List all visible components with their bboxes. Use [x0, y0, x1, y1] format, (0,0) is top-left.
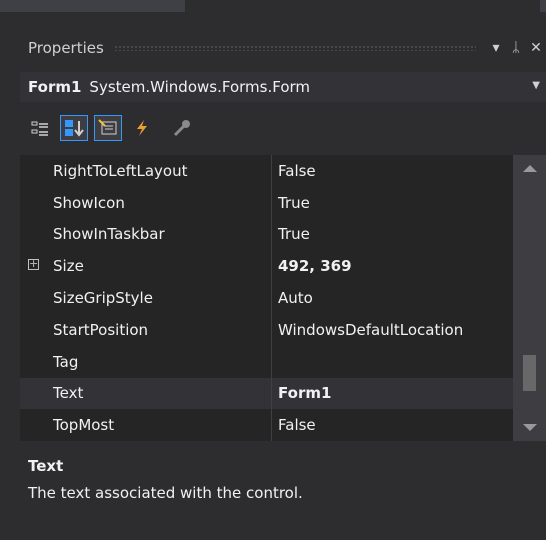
property-row[interactable]: ShowIcon True — [20, 187, 546, 219]
property-pages-icon[interactable] — [168, 115, 196, 141]
property-row[interactable]: ShowInTaskbar True — [20, 219, 546, 251]
property-value[interactable]: True — [278, 225, 310, 243]
description-pane: Text The text associated with the contro… — [15, 447, 546, 540]
property-value[interactable]: True — [278, 194, 310, 212]
property-name: Text — [53, 384, 84, 403]
panel-title: Properties — [28, 39, 104, 57]
scroll-down-icon[interactable] — [523, 424, 537, 431]
property-name: StartPosition — [53, 320, 149, 339]
document-tab-strip — [0, 0, 546, 20]
property-name: TopMost — [53, 416, 115, 435]
property-value[interactable]: False — [278, 162, 316, 180]
document-tab-edge — [540, 0, 546, 12]
scroll-up-icon[interactable] — [523, 165, 537, 172]
properties-toolbar — [20, 108, 546, 148]
property-row[interactable]: StartPosition WindowsDefaultLocation — [20, 314, 546, 346]
property-grid: RightToLeftLayout False ShowIcon True Sh… — [20, 155, 546, 441]
property-name: Tag — [53, 352, 79, 371]
property-name: Size — [53, 257, 84, 276]
column-separator[interactable] — [271, 155, 272, 441]
object-name: Form1 — [28, 78, 82, 96]
property-value[interactable]: False — [278, 416, 316, 434]
property-row[interactable]: RightToLeftLayout False — [20, 155, 546, 187]
events-icon[interactable] — [128, 115, 156, 141]
property-name: RightToLeftLayout — [53, 161, 188, 180]
property-value[interactable]: Form1 — [278, 384, 331, 402]
description-title: Text — [28, 457, 64, 475]
document-tab[interactable] — [0, 0, 186, 12]
property-value[interactable]: 492, 369 — [278, 257, 352, 275]
property-name: ShowInTaskbar — [53, 225, 165, 244]
object-selector[interactable]: Form1 System.Windows.Forms.Form ▼ — [20, 72, 546, 102]
properties-icon[interactable] — [94, 115, 122, 141]
properties-title-bar: Properties ▾ ᛦ ✕ — [15, 33, 546, 63]
property-name: ShowIcon — [53, 193, 125, 212]
property-row[interactable]: Tag — [20, 346, 546, 378]
alphabetical-icon[interactable] — [60, 115, 88, 141]
property-value[interactable]: Auto — [278, 289, 313, 307]
property-row[interactable]: SizeGripStyle Auto — [20, 282, 546, 314]
property-row-selected[interactable]: Text Form1 — [20, 377, 546, 410]
scrollbar-thumb[interactable] — [523, 355, 536, 391]
object-type: System.Windows.Forms.Form — [89, 78, 311, 96]
property-value[interactable]: WindowsDefaultLocation — [278, 321, 463, 339]
property-row[interactable]: TopMost False — [20, 409, 546, 441]
vertical-scrollbar[interactable] — [513, 155, 546, 441]
close-icon[interactable]: ✕ — [526, 40, 546, 56]
expand-icon[interactable]: + — [28, 258, 39, 271]
property-name: SizeGripStyle — [53, 289, 153, 308]
drag-grip[interactable] — [113, 45, 476, 51]
property-row[interactable]: + Size 492, 369 — [20, 250, 546, 282]
description-text: The text associated with the control. — [28, 484, 303, 502]
categorized-icon[interactable] — [26, 115, 54, 141]
pin-icon[interactable]: ᛦ — [506, 40, 526, 56]
window-position-dropdown-icon[interactable]: ▾ — [486, 40, 506, 56]
chevron-down-icon[interactable]: ▼ — [532, 80, 540, 91]
